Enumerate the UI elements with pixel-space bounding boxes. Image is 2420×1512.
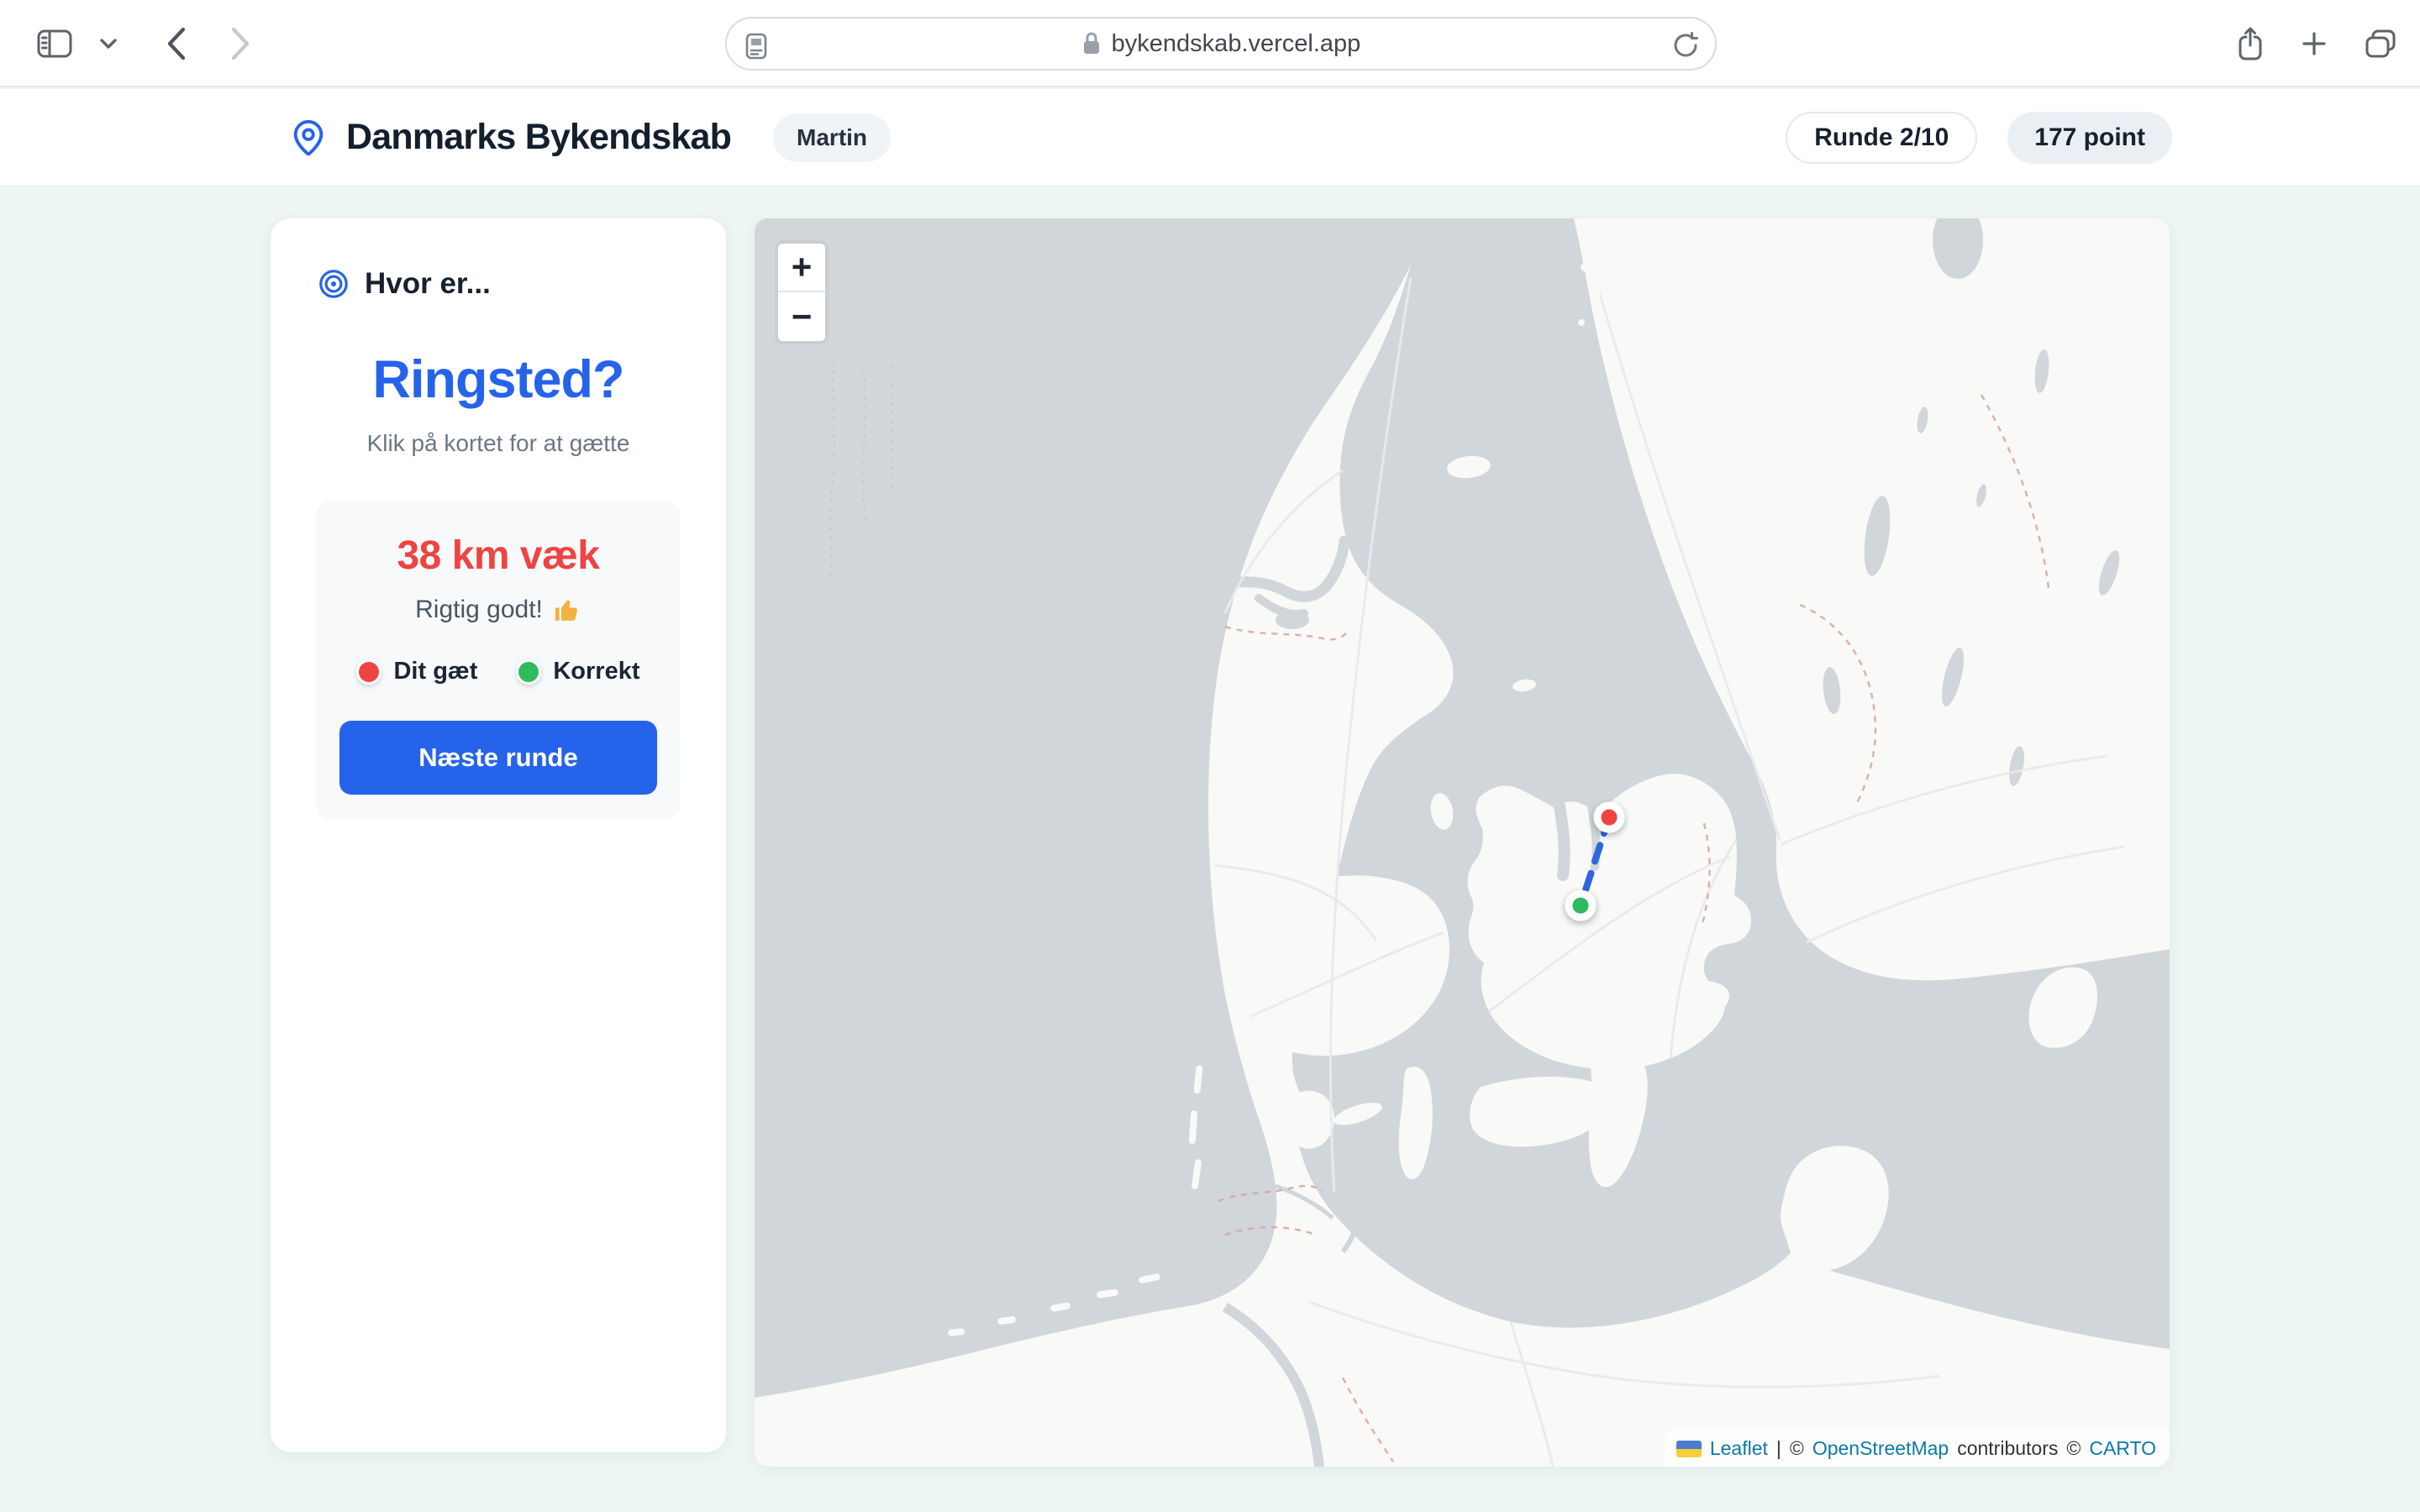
browser-toolbar: bykendskab.vercel.app	[0, 0, 2420, 87]
share-button[interactable]	[2237, 26, 2264, 61]
forward-icon	[229, 26, 252, 61]
attribution-separator: |	[1776, 1437, 1781, 1460]
new-tab-button[interactable]	[2301, 30, 2328, 57]
correct-dot	[516, 659, 541, 685]
ukraine-flag-icon	[1676, 1441, 1702, 1457]
sidebar-menu-button[interactable]	[99, 38, 118, 50]
legend: Dit gæt Korrekt	[339, 658, 657, 685]
map-hint: Klik på kortet for at gætte	[271, 430, 726, 457]
page-title: Danmarks Bykendskab	[346, 117, 731, 158]
plus-icon	[2301, 30, 2328, 57]
prompt-row: Hvor er...	[271, 218, 726, 301]
app-brand: Danmarks Bykendskab Martin	[289, 113, 891, 162]
back-icon	[165, 26, 188, 61]
page-preview-icon	[745, 33, 767, 60]
map-container[interactable]: + − Leaflet | © OpenStreetMap contributo…	[755, 218, 2170, 1467]
forward-button[interactable]	[229, 26, 252, 61]
legend-item-guess: Dit gæt	[356, 658, 477, 685]
legend-item-correct: Korrekt	[516, 658, 639, 685]
guess-dot	[356, 659, 381, 685]
reload-icon	[1671, 31, 1700, 60]
correct-marker	[1569, 894, 1592, 917]
map-pin-icon	[289, 118, 328, 157]
carto-link[interactable]: CARTO	[2089, 1437, 2156, 1460]
tab-overview-button[interactable]	[2365, 29, 2396, 58]
map-zoom-control: + −	[775, 240, 829, 344]
round-badge: Runde 2/10	[1786, 112, 1977, 164]
target-icon	[318, 268, 350, 300]
toolbar-left-group	[37, 0, 252, 87]
lock-icon	[1081, 30, 1102, 57]
toolbar-right-group	[2237, 0, 2396, 87]
zoom-in-button[interactable]: +	[778, 244, 825, 292]
copyright-symbol-2: ©	[2066, 1437, 2081, 1460]
thumbs-up-icon	[553, 596, 581, 624]
back-button[interactable]	[165, 26, 188, 61]
leaflet-link[interactable]: Leaflet	[1710, 1437, 1768, 1460]
url-text: bykendskab.vercel.app	[1112, 30, 1361, 58]
sidebar-icon	[37, 29, 72, 58]
side-panel: Hvor er... Ringsted? Klik på kortet for …	[271, 218, 726, 1452]
correct-label: Korrekt	[553, 658, 639, 685]
chevron-down-icon	[99, 38, 118, 50]
distance-text: 38 km væk	[339, 533, 657, 579]
url-field[interactable]: bykendskab.vercel.app	[725, 17, 1717, 71]
osm-link[interactable]: OpenStreetMap	[1812, 1437, 1949, 1460]
city-question: Ringsted?	[271, 349, 726, 410]
guess-label: Dit gæt	[393, 658, 477, 685]
feedback-text: Rigtig godt!	[415, 596, 543, 624]
share-icon	[2237, 26, 2264, 61]
score-badge: 177 point	[2007, 112, 2172, 164]
next-round-button[interactable]: Næste runde	[339, 721, 657, 795]
feedback-row: Rigtig godt!	[339, 596, 657, 624]
map-canvas[interactable]	[755, 218, 2170, 1467]
sidebar-toggle-button[interactable]	[37, 29, 72, 58]
guess-marker	[1597, 806, 1621, 829]
app-header: Danmarks Bykendskab Martin Runde 2/10 17…	[0, 89, 2420, 187]
zoom-out-button[interactable]: −	[778, 292, 825, 341]
reload-button[interactable]	[1671, 31, 1700, 60]
prompt-label: Hvor er...	[365, 267, 491, 301]
map-attribution: Leaflet | © OpenStreetMap contributors ©…	[1665, 1431, 2170, 1467]
tabs-icon	[2365, 29, 2396, 58]
result-card: 38 km væk Rigtig godt! Dit gæt Korrekt N…	[316, 501, 681, 820]
contributors-text: contributors	[1957, 1437, 2058, 1460]
player-badge: Martin	[773, 113, 891, 162]
copyright-symbol: ©	[1790, 1437, 1804, 1460]
